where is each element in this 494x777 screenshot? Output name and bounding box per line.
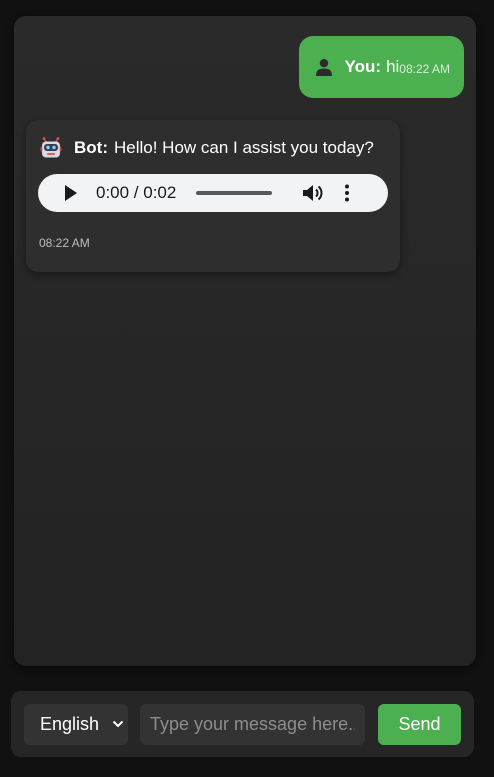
user-sender-label: You: bbox=[344, 57, 382, 76]
language-select[interactable]: English bbox=[24, 704, 128, 745]
volume-icon[interactable] bbox=[302, 183, 324, 203]
play-icon[interactable] bbox=[64, 185, 78, 201]
audio-player: 0:00 / 0:02 bbox=[38, 174, 388, 212]
bot-message-line: Bot: Hello! How can I assist you today? bbox=[40, 137, 374, 159]
chat-app: You: hi 08:22 AM Bot: Hello! How can I a… bbox=[0, 0, 494, 777]
user-message-bubble: You: hi 08:22 AM bbox=[298, 36, 464, 98]
message-input[interactable] bbox=[140, 704, 365, 745]
chat-window[interactable]: You: hi 08:22 AM Bot: Hello! How can I a… bbox=[14, 16, 476, 666]
user-silhouette-icon bbox=[315, 58, 333, 76]
audio-time-display: 0:00 / 0:02 bbox=[96, 183, 177, 202]
composer-bar: English Send bbox=[11, 691, 474, 757]
bot-sender-label: Bot: bbox=[74, 138, 108, 157]
more-options-icon[interactable] bbox=[344, 184, 350, 202]
user-message-text: hi bbox=[386, 57, 400, 76]
chevron-down-icon bbox=[112, 717, 124, 731]
bot-message-bubble: Bot: Hello! How can I assist you today? … bbox=[26, 120, 400, 272]
bot-message-text: Hello! How can I assist you today? bbox=[113, 138, 374, 157]
robot-icon bbox=[40, 137, 62, 159]
audio-progress-track[interactable] bbox=[196, 191, 273, 195]
bot-message-timestamp: 08:22 AM bbox=[39, 236, 90, 250]
user-message-timestamp: 08:22 AM bbox=[399, 61, 450, 76]
language-select-value: English bbox=[40, 714, 100, 734]
send-button[interactable]: Send bbox=[378, 704, 461, 745]
